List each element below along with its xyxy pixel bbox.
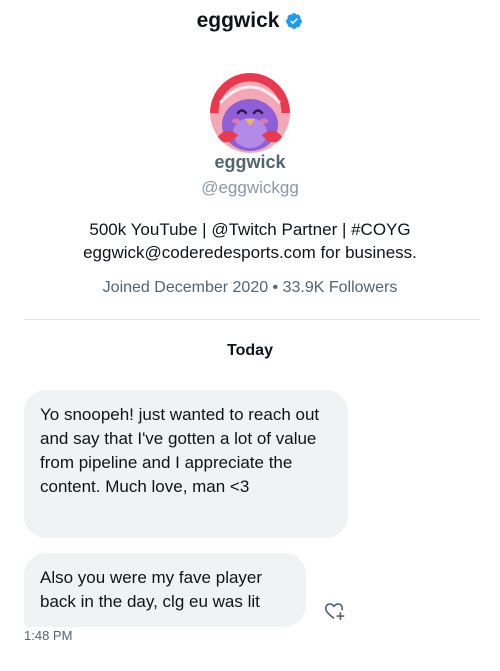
day-separator: Today (227, 342, 273, 359)
profile-name[interactable]: eggwick (0, 152, 500, 173)
avatar[interactable] (210, 73, 290, 153)
profile-handle[interactable]: @eggwickgg (0, 178, 500, 198)
heart-plus-icon[interactable] (321, 598, 347, 624)
message-timestamp: 1:48 PM (24, 628, 73, 643)
divider (24, 319, 480, 320)
message-bubble[interactable]: Also you were my fave player back in the… (24, 553, 306, 627)
message-bubble[interactable]: Yo snoopeh! just wanted to reach out and… (24, 390, 348, 538)
profile-bio: 500k YouTube | @Twitch Partner | #COYG e… (0, 218, 500, 264)
bio-line-2: eggwick@coderedesports.com for business. (83, 243, 417, 262)
verified-badge-icon (285, 12, 303, 30)
profile-meta: Joined December 2020 • 33.9K Followers (102, 279, 398, 296)
header-title: eggwick (196, 9, 280, 32)
bio-line-1: 500k YouTube | @Twitch Partner | #COYG (89, 220, 411, 239)
conversation-header: eggwick (0, 6, 500, 36)
